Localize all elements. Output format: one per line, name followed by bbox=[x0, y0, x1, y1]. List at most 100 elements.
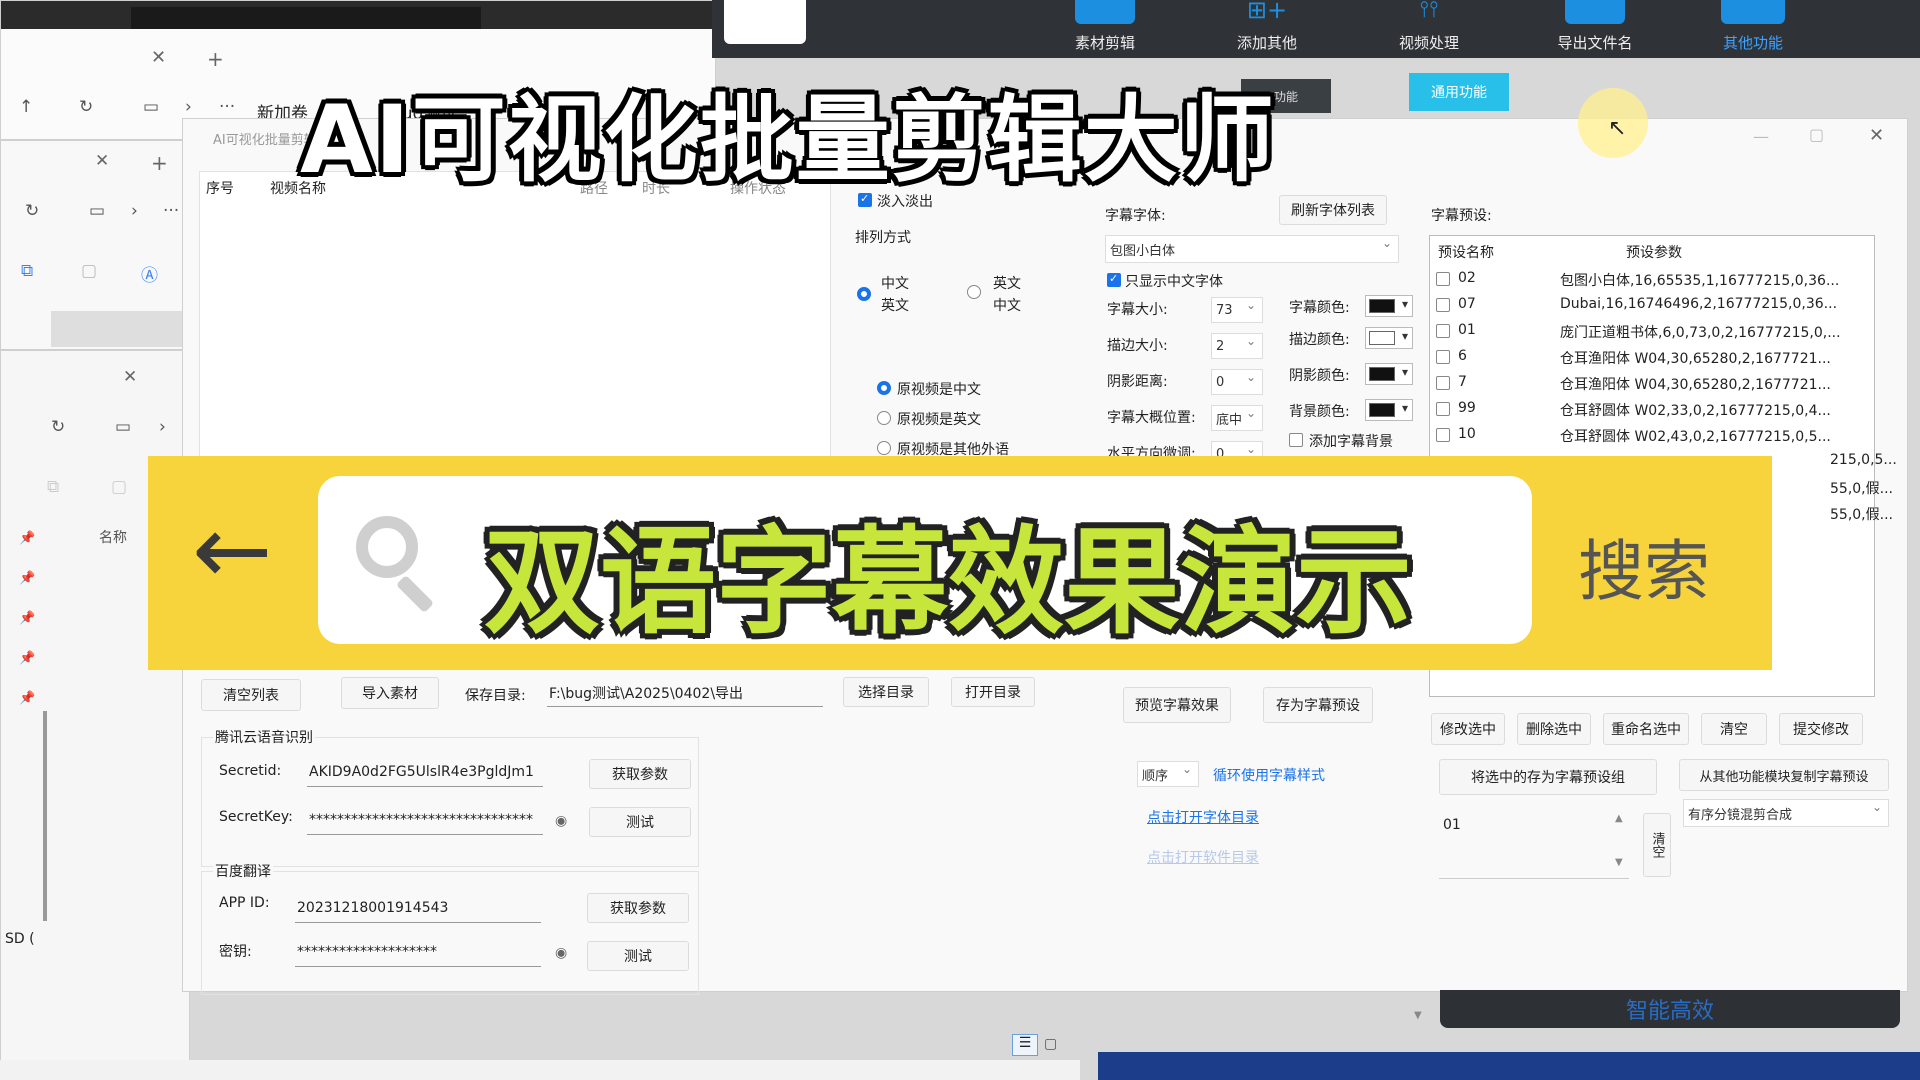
close-icon[interactable]: ✕ bbox=[1869, 125, 1884, 146]
stroke-color-swatch[interactable] bbox=[1365, 327, 1413, 349]
size-select[interactable]: 73 bbox=[1211, 297, 1263, 323]
toolbar-item-other-func[interactable]: 其他功能 bbox=[1698, 0, 1808, 58]
scrollbar[interactable] bbox=[43, 711, 47, 921]
preset-row[interactable]: 02 包图小白体,16,65535,1,16777215,0,36... bbox=[1430, 266, 1839, 292]
source-other-radio[interactable] bbox=[877, 441, 891, 455]
refresh-icon[interactable]: ↻ bbox=[25, 201, 39, 221]
monitor-icon[interactable]: ▭ bbox=[143, 97, 159, 117]
preset-row[interactable]: 7 仓耳渔阳体 W04,30,65280,2,1677721... bbox=[1430, 370, 1831, 396]
compose-mode-select[interactable]: 有序分镜混剪合成 bbox=[1683, 799, 1889, 827]
order-select[interactable]: 顺序 bbox=[1137, 761, 1199, 787]
secretid-input[interactable]: AKID9A0d2FG5UlslR4e3PgldJm1 bbox=[307, 757, 543, 787]
monitor-icon[interactable]: ▭ bbox=[89, 201, 105, 221]
copy-icon[interactable]: ⧉ bbox=[21, 261, 33, 281]
more-icon[interactable]: ··· bbox=[219, 97, 235, 117]
paste-icon[interactable]: ▢ bbox=[111, 477, 127, 497]
tencent-get-params-button[interactable]: 获取参数 bbox=[589, 759, 691, 789]
close-icon[interactable]: ✕ bbox=[123, 367, 137, 387]
arrange-en-cn-radio[interactable] bbox=[967, 285, 981, 299]
up-arrow-icon[interactable]: ↑ bbox=[19, 97, 33, 117]
preview-subtitle-button[interactable]: 预览字幕效果 bbox=[1123, 687, 1231, 723]
preset-row[interactable]: 6 仓耳渔阳体 W04,30,65280,2,1677721... bbox=[1430, 344, 1831, 370]
minimize-icon[interactable]: — bbox=[1753, 127, 1769, 146]
close-icon[interactable]: ✕ bbox=[151, 47, 166, 68]
font-select[interactable]: 包图小白体 bbox=[1105, 235, 1399, 263]
open-soft-dir-link[interactable]: 点击打开软件目录 bbox=[1147, 847, 1259, 867]
new-tab-icon[interactable]: + bbox=[151, 151, 168, 175]
scroll-down-icon[interactable]: ▼ bbox=[1414, 1010, 1422, 1021]
add-bg-checkbox[interactable] bbox=[1289, 433, 1303, 447]
stroke-size-select[interactable]: 2 bbox=[1211, 333, 1263, 359]
import-material-button[interactable]: 导入素材 bbox=[341, 677, 439, 709]
only-chinese-checkbox[interactable] bbox=[1107, 272, 1121, 287]
maximize-icon[interactable]: ▢ bbox=[1809, 125, 1824, 144]
secretkey-input[interactable]: ******************************** bbox=[307, 805, 543, 835]
refresh-icon[interactable]: ↻ bbox=[79, 97, 93, 117]
column-name[interactable]: 名称 bbox=[99, 527, 127, 547]
close-icon[interactable]: ✕ bbox=[95, 151, 109, 171]
copy-icon[interactable]: ⧉ bbox=[47, 477, 59, 497]
new-tab-icon[interactable]: + bbox=[207, 47, 224, 71]
preset-row-checkbox[interactable] bbox=[1436, 298, 1450, 312]
scroll-down-icon[interactable]: ▼ bbox=[1615, 857, 1623, 868]
back-arrow-icon[interactable]: ← bbox=[192, 502, 272, 598]
key-input[interactable]: ******************** bbox=[295, 937, 541, 967]
submit-modify-button[interactable]: 提交修改 bbox=[1779, 713, 1863, 745]
grid-view-icon[interactable]: ▢ bbox=[1044, 1036, 1057, 1052]
preset-row-checkbox[interactable] bbox=[1436, 350, 1450, 364]
subtitle-color-swatch[interactable] bbox=[1365, 295, 1413, 317]
position-select[interactable]: 底中 bbox=[1211, 405, 1263, 431]
save-dir-input[interactable]: F:\bug测试\A2025\0402\导出 bbox=[547, 679, 823, 707]
shadow-dist-select[interactable]: 0 bbox=[1211, 369, 1263, 395]
clear-presets-button[interactable]: 清空 bbox=[1701, 713, 1767, 745]
delete-selected-button[interactable]: 删除选中 bbox=[1517, 713, 1591, 745]
source-en-radio[interactable] bbox=[877, 411, 891, 425]
preset-row[interactable]: 10 仓耳舒圆体 W02,43,0,2,16777215,0,5... bbox=[1430, 422, 1831, 448]
preset-row[interactable]: 01 庞门正道粗书体,6,0,73,0,2,16777215,0,... bbox=[1430, 318, 1841, 344]
tab-general[interactable]: 通用功能 bbox=[1409, 73, 1509, 111]
shadow-color-swatch[interactable] bbox=[1365, 363, 1413, 385]
cycle-style-link[interactable]: 循环使用字幕样式 bbox=[1213, 765, 1325, 785]
save-subtitle-preset-button[interactable]: 存为字幕预设 bbox=[1263, 687, 1373, 723]
baidu-test-button[interactable]: 测试 bbox=[587, 941, 689, 971]
monitor-icon[interactable]: ▭ bbox=[115, 417, 131, 437]
choose-dir-button[interactable]: 选择目录 bbox=[843, 677, 929, 707]
save-as-group-button[interactable]: 将选中的存为字幕预设组 bbox=[1439, 759, 1657, 795]
open-dir-button[interactable]: 打开目录 bbox=[951, 677, 1035, 707]
modify-selected-button[interactable]: 修改选中 bbox=[1431, 713, 1505, 745]
more-icon[interactable]: ··· bbox=[163, 201, 179, 221]
tencent-test-button[interactable]: 测试 bbox=[589, 807, 691, 837]
preset-row[interactable]: 99 仓耳舒圆体 W02,33,0,2,16777215,0,4... bbox=[1430, 396, 1831, 422]
refresh-fonts-button[interactable]: 刷新字体列表 bbox=[1279, 195, 1387, 225]
rename-selected-button[interactable]: 重命名选中 bbox=[1603, 713, 1689, 745]
toolbar-item-material-edit[interactable]: 素材剪辑 bbox=[1050, 0, 1160, 58]
bg-color-swatch[interactable] bbox=[1365, 399, 1413, 421]
preset-row-checkbox[interactable] bbox=[1436, 428, 1450, 442]
eye-icon[interactable]: ◉ bbox=[555, 813, 567, 829]
refresh-icon[interactable]: ↻ bbox=[51, 417, 65, 437]
eye-icon[interactable]: ◉ bbox=[555, 945, 567, 961]
toolbar-item-video-process[interactable]: ⫯⫯ 视频处理 bbox=[1374, 0, 1484, 58]
clear-list-button[interactable]: 清空列表 bbox=[201, 679, 301, 711]
preset-row-checkbox[interactable] bbox=[1436, 272, 1450, 286]
search-label[interactable]: 搜索 bbox=[1578, 518, 1710, 614]
bottom-dark-bar[interactable]: 智能高效 bbox=[1440, 990, 1900, 1028]
toolbar-item-export-name[interactable]: 导出文件名 bbox=[1540, 0, 1650, 58]
clear-group-button[interactable]: 清空 bbox=[1643, 813, 1671, 877]
rename-icon[interactable]: Ⓐ bbox=[141, 261, 158, 286]
arrange-cn-en-radio[interactable] bbox=[857, 287, 871, 301]
drive-label[interactable]: SD ( bbox=[5, 931, 35, 947]
list-view-icon[interactable]: ☰ bbox=[1012, 1034, 1038, 1056]
appid-input[interactable]: 20231218001914543 bbox=[295, 893, 541, 923]
source-cn-radio[interactable] bbox=[877, 381, 891, 395]
copy-from-other-button[interactable]: 从其他功能模块复制字幕预设 bbox=[1679, 759, 1889, 791]
preset-group-box[interactable]: 01 ▲ ▼ bbox=[1439, 809, 1629, 879]
preset-row-checkbox[interactable] bbox=[1436, 324, 1450, 338]
preset-row[interactable]: 07 Dubai,16,16746496,2,16777215,0,36... bbox=[1430, 292, 1837, 318]
scroll-up-icon[interactable]: ▲ bbox=[1615, 813, 1623, 824]
baidu-get-params-button[interactable]: 获取参数 bbox=[587, 893, 689, 923]
preset-row-checkbox[interactable] bbox=[1436, 402, 1450, 416]
preset-row-checkbox[interactable] bbox=[1436, 376, 1450, 390]
search-bar[interactable]: 双语字幕效果演示 bbox=[318, 476, 1532, 650]
open-font-dir-link[interactable]: 点击打开字体目录 bbox=[1147, 807, 1259, 827]
